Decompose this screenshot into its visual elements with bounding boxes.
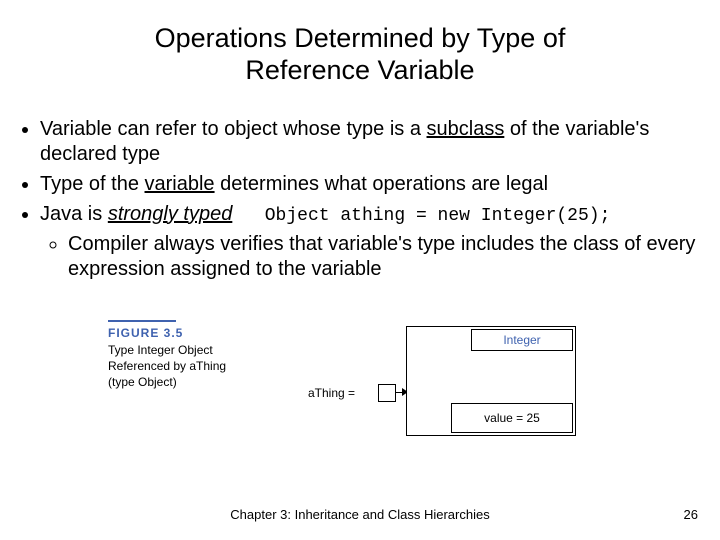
footer-text: Chapter 3: Inheritance and Class Hierarc… [0,507,720,522]
value-box: value = 25 [451,403,573,433]
page-number: 26 [684,507,698,522]
figure-3-5: FIGURE 3.5 Type Integer Object Reference… [108,320,608,480]
athing-label: aThing = [308,386,355,400]
bullet-3-italic-underline: strongly typed [108,203,233,225]
object-box: Integer value = 25 [406,326,576,436]
bullet-3: Java is strongly typed Object athing = n… [40,202,702,283]
content-area: Variable can refer to object whose type … [0,87,720,283]
figure-caption-line-1: Type Integer Object [108,343,213,357]
bullet-1-underline: subclass [427,118,505,140]
title-line-1: Operations Determined by Type of [155,23,566,53]
slide: Operations Determined by Type of Referen… [0,0,720,540]
reference-box [378,384,396,402]
figure-rule [108,320,176,322]
bullet-1: Variable can refer to object whose type … [40,117,702,168]
bullet-3-pre: Java is [40,203,108,225]
integer-label-box: Integer [471,329,573,351]
diagram: aThing = Integer value = 25 [298,326,598,466]
bullet-2-post: determines what operations are legal [215,173,549,195]
bullet-2-pre: Type of the [40,173,145,195]
sub-bullet-list: Compiler always verifies that variable's… [40,232,702,283]
figure-caption-line-2: Referenced by aThing [108,359,226,373]
bullet-3-code: Object athing = new Integer(25); [232,206,610,226]
figure-caption-line-3: (type Object) [108,375,177,389]
title-line-2: Reference Variable [245,55,474,85]
slide-title: Operations Determined by Type of Referen… [0,0,720,87]
footer: Chapter 3: Inheritance and Class Hierarc… [0,507,720,522]
bullet-2: Type of the variable determines what ope… [40,172,702,198]
bullet-list: Variable can refer to object whose type … [18,117,702,283]
sub-bullet-1: Compiler always verifies that variable's… [68,232,702,283]
bullet-2-underline: variable [145,173,215,195]
bullet-1-pre: Variable can refer to object whose type … [40,118,427,140]
